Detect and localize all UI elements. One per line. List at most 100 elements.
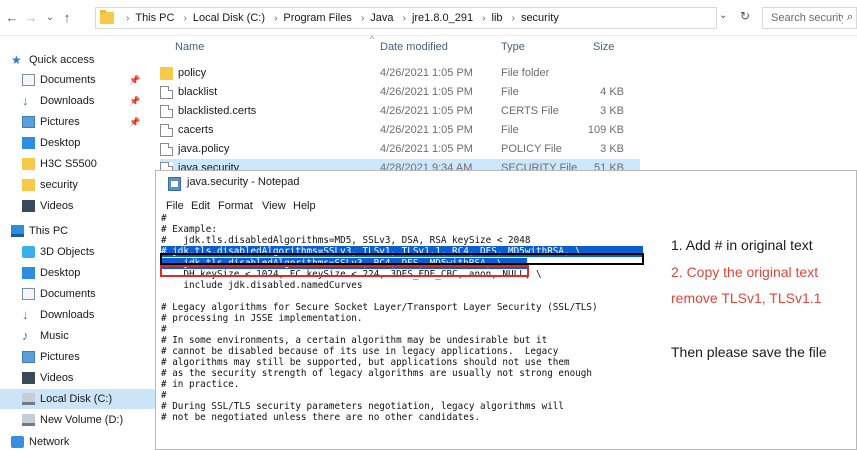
pin-icon[interactable]: 📌 [129, 70, 140, 90]
videos-icon [22, 372, 35, 384]
nav-item-documents[interactable]: Documents 📌 [0, 70, 155, 90]
file-row[interactable]: blacklist 4/26/2021 1:05 PM File 4 KB [160, 83, 640, 102]
search-icon[interactable]: ⌕ [847, 11, 853, 24]
column-header-date-modified[interactable]: Date modified [380, 36, 448, 58]
folder-icon [22, 158, 35, 170]
file-icon [160, 86, 173, 99]
nav-item-label: Pictures [40, 351, 80, 363]
nav-item-label: Desktop [40, 137, 81, 149]
breadcrumb-item[interactable]: Program Files [283, 11, 351, 25]
nav-item-downloads[interactable]: ↓ Downloads 📌 [0, 91, 155, 111]
text-line: # cannot be disabled because of its use … [161, 346, 559, 357]
nav-item-desktop-pc[interactable]: Desktop [0, 263, 155, 283]
folder-icon [22, 179, 35, 191]
menu-file[interactable]: File [166, 200, 184, 212]
file-date: 4/26/2021 1:05 PM [380, 86, 473, 98]
music-note-icon: ♪ [22, 328, 29, 343]
network-icon [11, 436, 24, 448]
3d-objects-icon [22, 246, 35, 258]
nav-item-downloads-pc[interactable]: ↓ Downloads [0, 305, 155, 325]
annotation-step-2-line-1: 2. Copy the original text [671, 264, 819, 280]
breadcrumb-item[interactable]: lib [492, 11, 503, 25]
computer-icon [11, 225, 24, 237]
menu-help[interactable]: Help [293, 200, 316, 212]
breadcrumb-item[interactable]: security [521, 11, 559, 25]
file-icon [160, 143, 173, 156]
breadcrumb-item[interactable]: Local Disk (C:) [193, 11, 265, 25]
file-row[interactable]: blacklisted.certs 4/26/2021 1:05 PM CERT… [160, 102, 640, 121]
file-type: File [501, 124, 519, 136]
address-bar[interactable]: › This PC › Local Disk (C:) › Program Files… [95, 7, 717, 29]
nav-item-desktop[interactable]: Desktop [0, 133, 155, 153]
breadcrumb-item[interactable]: This PC [135, 11, 174, 25]
file-date: 4/26/2021 1:05 PM [380, 105, 473, 117]
nav-item-label: Documents [40, 288, 96, 300]
nav-item-documents-pc[interactable]: Documents [0, 284, 155, 304]
nav-item-quick-access[interactable]: ★ Quick access [0, 50, 155, 70]
nav-item-label: Music [40, 330, 69, 342]
nav-item-network[interactable]: Network [0, 432, 155, 450]
notepad-icon [168, 177, 181, 191]
forward-arrow-icon[interactable]: → [24, 10, 38, 26]
pin-icon[interactable]: 📌 [129, 112, 140, 132]
breadcrumb-separator-icon: › [511, 13, 515, 24]
up-arrow-icon[interactable]: ↑ [60, 10, 74, 26]
menu-format[interactable]: Format [218, 200, 253, 212]
nav-item-pictures[interactable]: Pictures 📌 [0, 112, 155, 132]
nav-item-label: Quick access [29, 54, 95, 66]
file-row[interactable]: policy 4/26/2021 1:05 PM File folder [160, 64, 640, 83]
nav-item-label: Downloads [40, 95, 95, 107]
search-box[interactable]: ⌕ [762, 7, 857, 29]
file-date: 4/26/2021 1:05 PM [380, 124, 473, 136]
text-line [161, 291, 631, 302]
menu-edit[interactable]: Edit [191, 200, 210, 212]
nav-item-label: Pictures [40, 116, 80, 128]
breadcrumb-separator-icon: › [126, 13, 130, 24]
nav-item-label: New Volume (D:) [40, 414, 124, 426]
file-icon [160, 124, 173, 137]
nav-item-label: security [40, 179, 78, 191]
refresh-icon[interactable]: ↻ [740, 9, 750, 23]
nav-item-videos-pc[interactable]: Videos [0, 368, 155, 388]
address-bar-region: ← → ⌄ ↑ › This PC › Local Disk (C:) › Progr… [0, 0, 857, 36]
nav-item-pictures-pc[interactable]: Pictures [0, 347, 155, 367]
address-dropdown-chevron-icon[interactable]: ⌄ [719, 10, 727, 21]
column-header-type[interactable]: Type [501, 36, 525, 58]
nav-item-this-pc[interactable]: This PC [0, 221, 155, 241]
download-arrow-icon: ↓ [22, 307, 29, 322]
text-line: # Example: [161, 224, 217, 235]
text-line: # [161, 213, 167, 224]
text-line: # jdk.tls.disabledAlgorithms=MD5, SSLv3,… [161, 235, 531, 246]
nav-item-security[interactable]: security [0, 175, 155, 195]
pin-icon[interactable]: 📌 [129, 91, 140, 111]
nav-item-label: 3D Objects [40, 246, 95, 258]
nav-item-3d-objects[interactable]: 3D Objects [0, 242, 155, 262]
breadcrumb-item[interactable]: jre1.8.0_291 [412, 11, 473, 25]
nav-item-new-volume-d[interactable]: New Volume (D:) [0, 410, 155, 430]
breadcrumb-item[interactable]: Java [370, 11, 393, 25]
text-line: # Legacy algorithms for Secure Socket La… [161, 302, 598, 313]
breadcrumb-separator-icon: › [402, 13, 406, 24]
file-row[interactable]: cacerts 4/26/2021 1:05 PM File 109 KB [160, 121, 640, 140]
nav-item-label: H3C S5500 [40, 158, 97, 170]
file-row[interactable]: java.policy 4/26/2021 1:05 PM POLICY Fil… [160, 140, 640, 159]
file-name: policy [178, 67, 207, 79]
nav-item-h3c-s5500[interactable]: H3C S5500 [0, 154, 155, 174]
column-header-name[interactable]: Name [175, 36, 204, 58]
file-size: 3 KB [600, 105, 624, 117]
file-size: 3 KB [600, 143, 624, 155]
nav-item-label: Local Disk (C:) [40, 393, 113, 405]
back-arrow-icon[interactable]: ← [5, 10, 19, 26]
annotation-step-1: 1. Add # in original text [671, 237, 813, 253]
text-line: # [161, 324, 167, 335]
notepad-title-bar[interactable]: java.security - Notepad [156, 171, 856, 197]
nav-item-local-disk-c[interactable]: Local Disk (C:) [0, 389, 155, 409]
column-header-size[interactable]: Size [593, 36, 614, 58]
recent-locations-chevron-icon[interactable]: ⌄ [43, 10, 57, 26]
search-input[interactable] [763, 8, 843, 28]
videos-icon [22, 200, 35, 212]
nav-item-videos[interactable]: Videos [0, 196, 155, 216]
nav-item-music[interactable]: ♪ Music [0, 326, 155, 346]
documents-icon [22, 288, 35, 300]
menu-view[interactable]: View [262, 200, 286, 212]
